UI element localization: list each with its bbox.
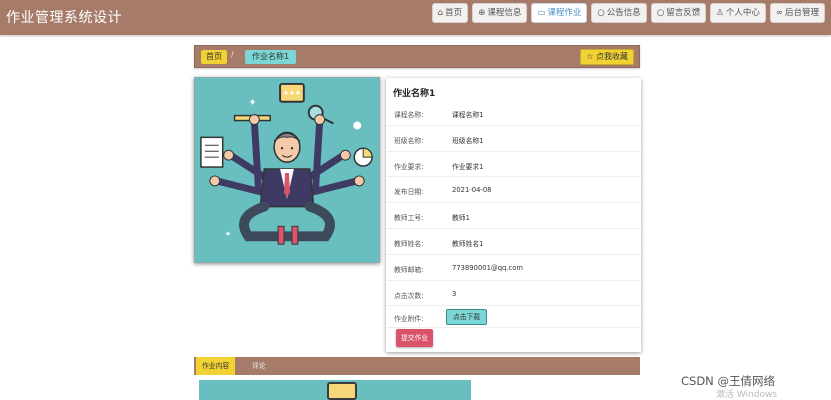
detail-value: 班级名称1	[452, 136, 484, 145]
submit-homework-button[interactable]: 提交作业	[396, 329, 434, 347]
detail-row-class: 班级名称: 班级名称1	[386, 126, 641, 152]
link-icon: ∞	[775, 8, 783, 18]
nav-label: 留言反馈	[666, 8, 701, 18]
homework-title: 作业名称1	[393, 89, 436, 99]
detail-row-course: 课程名称: 课程名称1	[386, 100, 641, 126]
detail-label: 班级名称:	[394, 136, 424, 145]
book-icon: ▭	[537, 8, 546, 18]
businessman-illustration: ✦ ✦	[195, 78, 379, 262]
home-icon: ⌂	[437, 8, 444, 18]
detail-list: 课程名称: 课程名称1 班级名称: 班级名称1 作业要求: 作业要求1 发布日期…	[386, 100, 641, 329]
top-nav-bar: 作业管理系统设计 ⌂ 首页 ⊕ 课程信息 ▭ 课程作业 ○ 公告信息 ○ 留言反…	[0, 0, 831, 35]
nav-label: 课程作业	[547, 8, 582, 18]
detail-row-attachment: 作业附件: 点击下载	[386, 306, 641, 329]
nav-announcements[interactable]: ○ 公告信息	[591, 3, 647, 23]
nav-label: 课程信息	[487, 8, 522, 18]
nav-label: 后台管理	[784, 8, 819, 18]
tab-homework-content[interactable]: 作业内容	[196, 357, 236, 375]
csdn-watermark: CSDN @王倩网络	[681, 374, 775, 388]
detail-value: 教师1	[452, 214, 470, 223]
detail-value: 教师姓名1	[452, 239, 484, 248]
user-icon: ♙	[716, 8, 724, 18]
detail-label: 作业附件:	[394, 315, 424, 324]
nav-feedback[interactable]: ○ 留言反馈	[650, 3, 707, 23]
nav-label: 个人中心	[725, 8, 760, 18]
nav-course-homework[interactable]: ▭ 课程作业	[531, 3, 588, 23]
detail-label: 教师姓名:	[394, 239, 424, 248]
breadcrumb-separator: /	[231, 50, 234, 59]
nav-home[interactable]: ⌂ 首页	[431, 3, 469, 23]
detail-label: 作业要求:	[394, 162, 424, 171]
main-nav: ⌂ 首页 ⊕ 课程信息 ▭ 课程作业 ○ 公告信息 ○ 留言反馈 ♙ 个人中心 …	[431, 3, 825, 23]
homework-image: ✦ ✦	[194, 77, 380, 263]
speech-bubble-icon	[327, 382, 357, 400]
breadcrumb-home[interactable]: 首页	[201, 50, 227, 64]
detail-value: 2021-04-08	[452, 186, 492, 195]
svg-text:✦: ✦	[248, 98, 256, 109]
breadcrumb-current: 作业名称1	[245, 50, 297, 64]
tab-comments[interactable]: 评论	[246, 357, 272, 375]
detail-row-publish-date: 发布日期: 2021-04-08	[386, 177, 641, 204]
info-icon: ○	[597, 8, 605, 18]
detail-label: 教师工号:	[394, 214, 424, 223]
svg-text:✦: ✦	[225, 229, 232, 238]
detail-value: 773890001@qq.com	[452, 263, 524, 272]
detail-row-requirement: 作业要求: 作业要求1	[386, 152, 641, 178]
detail-label: 点击次数:	[394, 291, 424, 300]
detail-label: 教师邮箱:	[394, 265, 424, 274]
breadcrumb: 首页 / 作业名称1 ☆ 点我收藏	[194, 45, 640, 68]
download-button[interactable]: 点击下载	[446, 309, 488, 326]
detail-row-teacher-name: 教师姓名: 教师姓名1	[386, 229, 641, 255]
nav-admin[interactable]: ∞ 后台管理	[769, 3, 825, 23]
content-tabs: 作业内容 评论	[194, 357, 640, 375]
info-icon: ○	[656, 8, 665, 18]
detail-row-teacher-id: 教师工号: 教师1	[386, 203, 641, 229]
homework-detail-card: 作业名称1 课程名称: 课程名称1 班级名称: 班级名称1 作业要求: 作业要求…	[386, 78, 641, 352]
nav-profile[interactable]: ♙ 个人中心	[710, 3, 766, 23]
detail-row-teacher-email: 教师邮箱: 773890001@qq.com	[386, 255, 641, 281]
site-title: 作业管理系统设计	[6, 10, 122, 26]
detail-row-click-count: 点击次数: 3	[386, 281, 641, 307]
nav-label: 首页	[445, 8, 463, 18]
detail-label: 课程名称:	[394, 111, 424, 119]
nav-course-info[interactable]: ⊕ 课程信息	[472, 3, 528, 23]
detail-value: 作业要求1	[452, 162, 484, 171]
detail-label: 发布日期:	[394, 188, 424, 197]
detail-value: 3	[452, 289, 457, 298]
detail-value: 课程名称1	[452, 111, 484, 119]
favorite-button[interactable]: ☆ 点我收藏	[580, 49, 634, 65]
globe-icon: ⊕	[478, 8, 486, 18]
nav-label: 公告信息	[606, 8, 641, 18]
